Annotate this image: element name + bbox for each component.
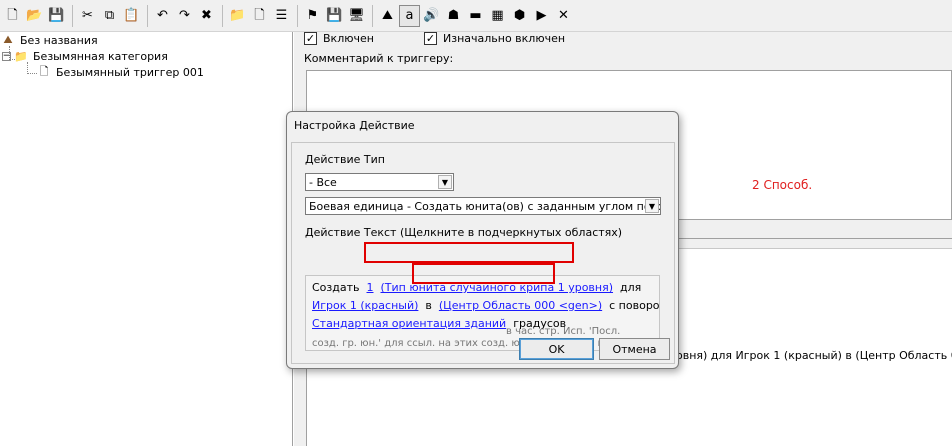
text-rotation: с поворотом на bbox=[609, 299, 660, 312]
annotation-note: 2 Способ. bbox=[752, 178, 813, 192]
tree-item-map[interactable]: ⛰ Без названия bbox=[0, 32, 98, 48]
cancel-button[interactable]: Отмена bbox=[599, 338, 670, 360]
sound-editor-icon[interactable]: 🔊 bbox=[421, 5, 442, 27]
trigger-editor-icon[interactable]: a bbox=[399, 4, 420, 27]
toolbar-separator bbox=[222, 4, 223, 27]
text-for: для bbox=[620, 281, 642, 294]
trigger-tree-panel: ⛰ Без названия − 📁 Безымянная категория … bbox=[0, 32, 293, 446]
tree-label: Без названия bbox=[20, 33, 98, 47]
toolbar-separator bbox=[72, 4, 73, 27]
test-map-icon[interactable]: 🖥 bbox=[346, 5, 367, 27]
save-icon[interactable]: 💾 bbox=[46, 5, 67, 27]
chevron-down-icon[interactable]: ▼ bbox=[645, 199, 659, 213]
test-map-play-icon[interactable]: ▶ bbox=[531, 5, 552, 27]
toolbar-separator bbox=[297, 4, 298, 27]
highlight-box-unit-type bbox=[364, 242, 574, 263]
new-category-icon[interactable]: 📁 bbox=[227, 5, 248, 27]
tree-item-category[interactable]: − 📁 Безымянная категория bbox=[2, 48, 168, 64]
import-manager-icon[interactable]: ⬢ bbox=[509, 5, 530, 27]
redo-icon[interactable]: ↷ bbox=[174, 5, 195, 27]
open-folder-icon[interactable]: 📂 bbox=[24, 5, 45, 27]
chevron-down-icon[interactable]: ▼ bbox=[438, 175, 452, 189]
action-list-item[interactable]: ровня) для Игрок 1 (красный) в (Центр Об… bbox=[669, 349, 952, 362]
tree-label: Безымянный триггер 001 bbox=[56, 65, 204, 79]
check-icon: ✓ bbox=[304, 32, 317, 45]
cut-icon[interactable]: ✂ bbox=[77, 5, 98, 27]
initially-enabled-checkbox[interactable]: ✓ Изначально включен bbox=[424, 32, 565, 45]
new-trigger-icon[interactable]: 🗋 bbox=[249, 5, 270, 27]
toolbar-separator bbox=[147, 4, 148, 27]
collapse-icon[interactable]: − bbox=[2, 51, 11, 61]
action-type-label: Действие Тип bbox=[305, 153, 385, 166]
toolbar-separator bbox=[372, 4, 373, 27]
text-create: Создать bbox=[312, 281, 360, 294]
object-editor-icon[interactable]: ☗ bbox=[443, 5, 464, 27]
orientation-link[interactable]: Стандартная ориентация зданий bbox=[312, 317, 506, 330]
action-value: Боевая единица - Создать юнита(ов) с зад… bbox=[309, 199, 661, 213]
action-select[interactable]: Боевая единица - Создать юнита(ов) с зад… bbox=[305, 197, 661, 215]
filter-value: - Все bbox=[309, 175, 337, 189]
terrain-editor-icon[interactable]: ⛰ bbox=[377, 5, 398, 27]
map-flag-icon[interactable]: ⚑ bbox=[302, 5, 323, 27]
region-link[interactable]: (Центр Область 000 <gen>) bbox=[439, 299, 602, 312]
check-icon: ✓ bbox=[424, 32, 437, 45]
filter-select[interactable]: - Все ▼ bbox=[305, 173, 454, 191]
trigger-doc-icon: 🗋 bbox=[39, 64, 49, 78]
enabled-checkbox[interactable]: ✓ Включен bbox=[304, 32, 374, 45]
paste-icon[interactable]: 📋 bbox=[121, 5, 142, 27]
tree-label: Безымянная категория bbox=[33, 49, 168, 63]
count-link[interactable]: 1 bbox=[367, 281, 374, 294]
campaign-editor-icon[interactable]: ▬ bbox=[465, 5, 486, 27]
save-export-icon[interactable]: 💾 bbox=[324, 5, 345, 27]
delete-icon[interactable]: ✖ bbox=[196, 5, 217, 27]
close-editor-icon[interactable]: ✕ bbox=[553, 5, 574, 27]
text-in: в bbox=[425, 299, 432, 312]
ok-button[interactable]: OK bbox=[519, 338, 594, 360]
copy-icon[interactable]: ⧉ bbox=[99, 5, 120, 27]
comment-label: Комментарий к триггеру: bbox=[304, 52, 454, 65]
dialog-title: Настройка Действие bbox=[294, 119, 415, 132]
action-text-line-2: Игрок 1 (красный) в (Центр Область 000 <… bbox=[312, 299, 660, 312]
enabled-label: Включен bbox=[323, 32, 374, 45]
highlight-box-region bbox=[412, 263, 555, 284]
undo-icon[interactable]: ↶ bbox=[152, 5, 173, 27]
hint-text-1: в час. стр. Исп. 'Посл. bbox=[506, 326, 621, 337]
player-link[interactable]: Игрок 1 (красный) bbox=[312, 299, 418, 312]
ai-editor-icon[interactable]: ▦ bbox=[487, 5, 508, 27]
map-icon: ⛰ bbox=[3, 33, 13, 46]
configure-action-dialog: Настройка Действие Действие Тип - Все ▼ … bbox=[286, 111, 679, 369]
folder-icon: 📁 bbox=[14, 49, 28, 63]
main-toolbar: 🗋 📂 💾 ✂ ⧉ 📋 ↶ ↷ ✖ 📁 🗋 ☰ ⚑ 💾 🖥 ⛰ a 🔊 ☗ ▬ ▦ ⬢ ▶ ✕ bbox=[0, 0, 952, 32]
new-doc-icon[interactable]: 🗋 bbox=[2, 5, 23, 27]
tree-item-trigger[interactable]: 🗋 Безымянный триггер 001 bbox=[36, 64, 204, 80]
new-comment-icon[interactable]: ☰ bbox=[271, 5, 292, 27]
initially-enabled-label: Изначально включен bbox=[443, 32, 566, 45]
action-text-label: Действие Текст (Щелкните в подчеркнутых … bbox=[305, 226, 623, 239]
